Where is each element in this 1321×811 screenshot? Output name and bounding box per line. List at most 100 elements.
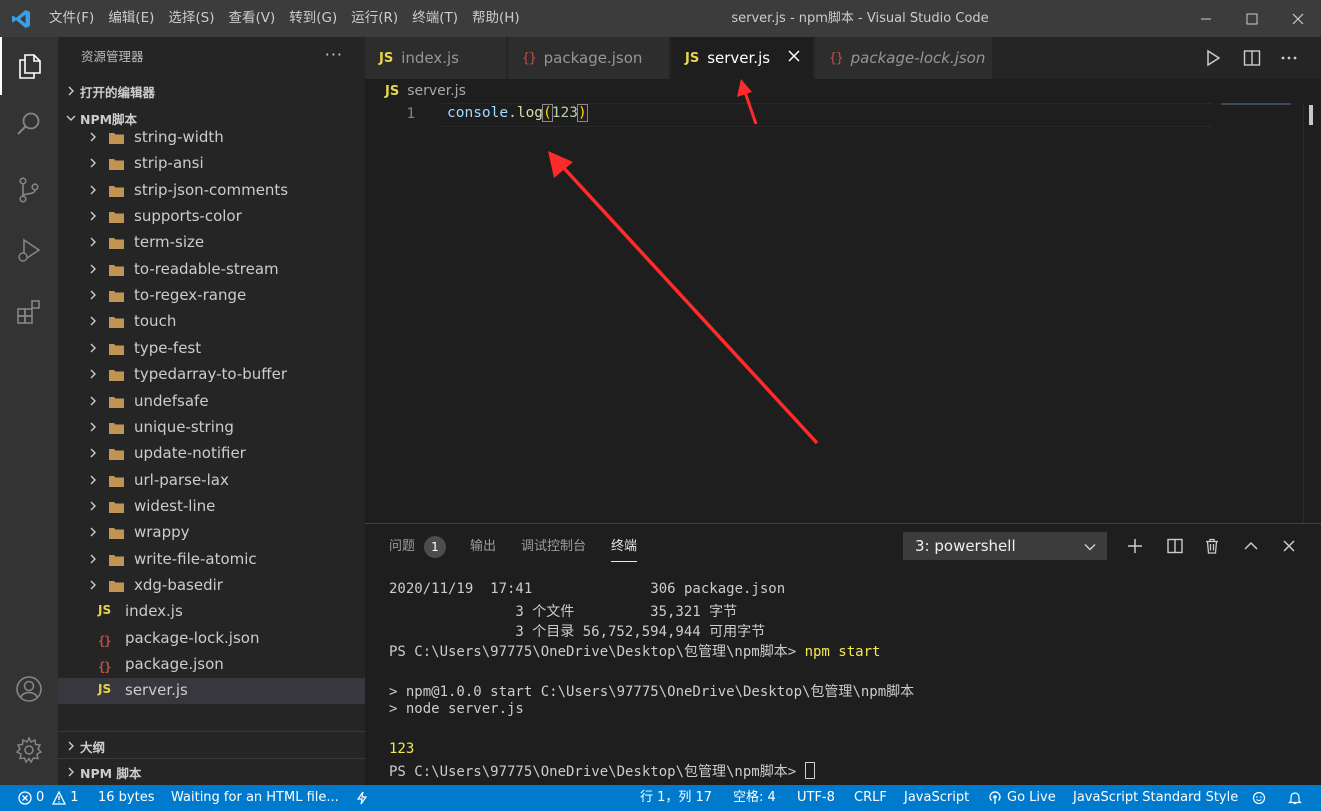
run-debug-activity-button[interactable] [0, 221, 58, 279]
tab-server-js[interactable]: JS server.js [671, 37, 814, 79]
folder-name: touch [134, 312, 177, 331]
folder-item[interactable]: type-fest [58, 336, 365, 362]
kill-terminal-button[interactable] [1201, 535, 1223, 557]
outline-section[interactable]: 大纲 [58, 733, 365, 759]
vscode-logo-icon [0, 0, 42, 37]
menu-selection[interactable]: 选择(S) [161, 0, 221, 37]
more-actions-button[interactable]: ··· [325, 45, 343, 64]
indentation[interactable]: 空格: 4 [733, 785, 776, 811]
language-mode[interactable]: JavaScript [904, 785, 969, 811]
file-item[interactable]: JS server.js [58, 678, 365, 705]
line-ending[interactable]: CRLF [854, 785, 887, 811]
settings-activity-button[interactable] [0, 721, 58, 779]
close-window-button[interactable] [1275, 0, 1321, 37]
cursor-position[interactable]: 行 1，列 17 [640, 785, 712, 811]
chevron-right-icon [90, 237, 96, 247]
terminal-prompt: PS C:\Users\97775\OneDrive\Desktop\包管理\n… [389, 764, 805, 780]
lightning-button[interactable] [356, 785, 368, 811]
menu-file[interactable]: 文件(F) [42, 0, 101, 37]
menu-go[interactable]: 转到(G) [282, 0, 344, 37]
folder-name: update-notifier [134, 444, 246, 463]
editor-more-button[interactable] [1277, 47, 1301, 69]
folder-item[interactable]: typedarray-to-buffer [58, 362, 365, 388]
go-live-button[interactable]: Go Live [988, 785, 1056, 811]
menu-terminal[interactable]: 终端(T) [405, 0, 465, 37]
chevron-right-icon [90, 211, 96, 221]
menu-view[interactable]: 查看(V) [222, 0, 283, 37]
bell-icon [1288, 792, 1302, 805]
problems-status[interactable]: 0 1 [18, 785, 79, 811]
close-icon [1283, 540, 1295, 552]
split-editor-button[interactable] [1240, 47, 1264, 69]
npm-scripts-section[interactable]: NPM 脚本 [58, 759, 365, 785]
folder-item[interactable]: supports-color [58, 204, 365, 230]
plus-icon [1128, 539, 1142, 553]
new-terminal-button[interactable] [1124, 535, 1146, 557]
folder-item[interactable]: string-width [58, 126, 365, 151]
folder-item[interactable]: write-file-atomic [58, 547, 365, 573]
chevron-right-icon [68, 767, 74, 777]
split-terminal-button[interactable] [1164, 535, 1186, 557]
minimize-button[interactable] [1183, 0, 1229, 37]
folder-item[interactable]: undefsafe [58, 389, 365, 415]
terminal-line: PS C:\Users\97775\OneDrive\Desktop\包管理\n… [389, 641, 880, 661]
feedback-button[interactable] [1251, 785, 1267, 811]
file-item[interactable]: {} package.json [58, 652, 365, 678]
folder-item[interactable]: update-notifier [58, 441, 365, 467]
file-item[interactable]: JS index.js [58, 599, 365, 625]
file-item[interactable]: {} package-lock.json [58, 626, 365, 652]
ellipsis-icon [1281, 56, 1297, 60]
close-panel-button[interactable] [1278, 535, 1300, 557]
encoding[interactable]: UTF-8 [797, 785, 835, 811]
tab-debug-console[interactable]: 调试控制台 [521, 535, 586, 554]
breadcrumb-file[interactable]: server.js [407, 83, 466, 99]
menu-edit[interactable]: 编辑(E) [101, 0, 161, 37]
source-control-activity-button[interactable] [0, 161, 58, 219]
maximize-button[interactable] [1229, 0, 1275, 37]
folder-item[interactable]: term-size [58, 230, 365, 256]
tab-problems[interactable]: 问题 [389, 535, 415, 554]
tab-package-lock-json[interactable]: {} package-lock.json [815, 37, 993, 79]
code-editor[interactable]: 1 console.log(123) [365, 103, 1321, 523]
folder-item[interactable]: strip-ansi [58, 151, 365, 177]
run-file-button[interactable] [1201, 47, 1225, 69]
tab-output[interactable]: 输出 [470, 535, 496, 554]
explorer-activity-button[interactable] [0, 37, 58, 95]
extensions-activity-button[interactable] [0, 283, 58, 341]
close-icon [1292, 13, 1304, 24]
tab-label: package-lock.json [850, 49, 986, 67]
folder-name: wrappy [134, 523, 190, 542]
accounts-activity-button[interactable] [0, 660, 58, 718]
folder-item[interactable]: to-readable-stream [58, 257, 365, 283]
folder-item[interactable]: touch [58, 309, 365, 335]
title-bar: 文件(F) 编辑(E) 选择(S) 查看(V) 转到(G) 运行(R) 终端(T… [0, 0, 1321, 37]
chevron-right-icon [90, 527, 96, 537]
folder-item[interactable]: widest-line [58, 494, 365, 520]
open-editors-section[interactable]: 打开的编辑器 [58, 78, 365, 104]
folder-item[interactable]: url-parse-lax [58, 468, 365, 494]
menu-help[interactable]: 帮助(H) [465, 0, 527, 37]
close-tab-button[interactable] [787, 49, 801, 67]
editor-scrollbar[interactable] [1309, 105, 1313, 125]
folder-item[interactable]: xdg-basedir [58, 573, 365, 599]
terminal-prompt: PS C:\Users\97775\OneDrive\Desktop\包管理\n… [389, 644, 805, 660]
folder-item[interactable]: to-regex-range [58, 283, 365, 309]
folder-item[interactable]: wrappy [58, 520, 365, 546]
minimap-line [1221, 103, 1291, 105]
search-activity-button[interactable] [0, 95, 58, 153]
go-live-label: Go Live [1007, 790, 1056, 805]
code-line[interactable]: console.log(123) [447, 104, 588, 122]
folder-item[interactable]: strip-json-comments [58, 178, 365, 204]
terminal-select[interactable]: 3: powershell [903, 532, 1107, 560]
maximize-panel-button[interactable] [1240, 535, 1262, 557]
chevron-right-icon [90, 396, 96, 405]
file-tree: string-width strip-ansi strip-json-comment… [58, 126, 365, 732]
linter-style[interactable]: JavaScript Standard Style [1073, 785, 1238, 811]
tab-index-js[interactable]: JS index.js [365, 37, 507, 79]
tab-terminal[interactable]: 终端 [611, 535, 638, 562]
notifications-button[interactable] [1288, 785, 1302, 811]
menu-run[interactable]: 运行(R) [344, 0, 405, 37]
folder-item[interactable]: unique-string [58, 415, 365, 441]
tab-package-json[interactable]: {} package.json [508, 37, 670, 79]
folder-name: to-regex-range [134, 286, 247, 305]
